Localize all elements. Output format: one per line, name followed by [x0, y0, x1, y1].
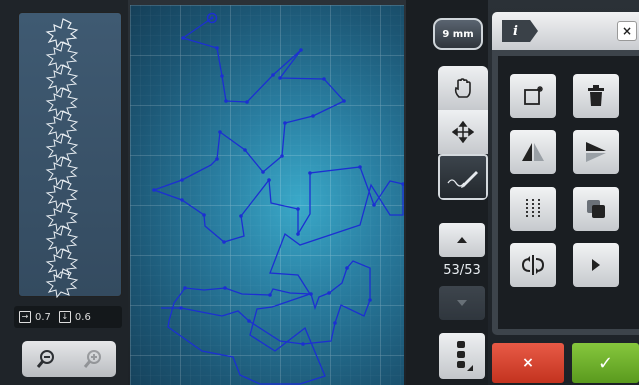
left-panel: → 0.7 ↓ 0.6 [0, 0, 128, 385]
move-mode-button[interactable] [438, 110, 488, 154]
arrow-down-icon [457, 300, 467, 306]
scroll-down-button[interactable] [439, 286, 485, 320]
info-button[interactable]: i [502, 20, 538, 42]
mirror-vertical-button[interactable] [573, 130, 619, 174]
stitch-columns-icon [526, 199, 540, 219]
draw-stitch-icon [447, 171, 478, 188]
draw-mode-button[interactable] [438, 154, 488, 200]
stitch-pattern-preview [18, 12, 122, 298]
close-button[interactable]: × [617, 21, 637, 41]
stitch-columns-button[interactable] [510, 187, 556, 231]
arrow-right-icon: → [19, 311, 31, 323]
grid [130, 5, 404, 385]
play-icon [592, 259, 600, 271]
new-page-icon [524, 86, 543, 105]
stitch-edit-canvas[interactable] [130, 5, 404, 385]
trash-icon [588, 85, 604, 106]
scroll-up-button[interactable] [439, 223, 485, 257]
zoom-controls [22, 341, 116, 377]
stitch-length-value: 0.6 [74, 311, 91, 323]
pattern-preview-graphic [45, 18, 79, 298]
start-point-dot [210, 16, 214, 20]
stitch-counter: 53/53 [443, 263, 481, 278]
sewing-editor-screen: → 0.7 ↓ 0.6 9 mm 53/53 i × × ✓ [0, 0, 639, 385]
duplicate-icon [587, 200, 605, 218]
edit-tools-area [498, 56, 639, 329]
mirror-flip-icon [521, 255, 545, 275]
play-button[interactable] [573, 243, 619, 287]
new-page-button[interactable] [510, 74, 556, 118]
mirror-horizontal-icon [522, 143, 544, 161]
stitch-size-readout: → 0.7 ↓ 0.6 [14, 306, 122, 328]
confirm-button[interactable]: ✓ [572, 343, 639, 383]
zoom-in-button[interactable] [69, 341, 116, 377]
edit-panel: i × [492, 12, 639, 335]
mirror-flip-button[interactable] [510, 243, 556, 287]
mirror-horizontal-button[interactable] [510, 130, 556, 174]
arrow-down-icon: ↓ [58, 311, 71, 323]
mirror-vertical-icon [586, 142, 606, 162]
options-icon [457, 341, 473, 371]
zoom-out-button[interactable] [22, 341, 69, 377]
stitch-width-button[interactable]: 9 mm [433, 18, 483, 50]
zoom-out-icon [36, 350, 54, 368]
info-label: i [513, 23, 518, 39]
zoom-in-icon [83, 350, 101, 368]
tool-column: 9 mm 53/53 [406, 0, 488, 385]
canvas-graphic[interactable] [130, 5, 404, 385]
edit-panel-header: i × [492, 12, 639, 50]
hand-icon [454, 78, 471, 98]
duplicate-button[interactable] [573, 187, 619, 231]
edit-mode-group [438, 66, 488, 200]
move-icon [452, 121, 474, 143]
options-button[interactable] [439, 333, 485, 379]
cancel-button[interactable]: × [492, 343, 564, 383]
delete-button[interactable] [573, 74, 619, 118]
arrow-up-icon [457, 237, 467, 243]
stitch-width-value: 0.7 [35, 311, 51, 323]
pan-mode-button[interactable] [438, 66, 488, 110]
